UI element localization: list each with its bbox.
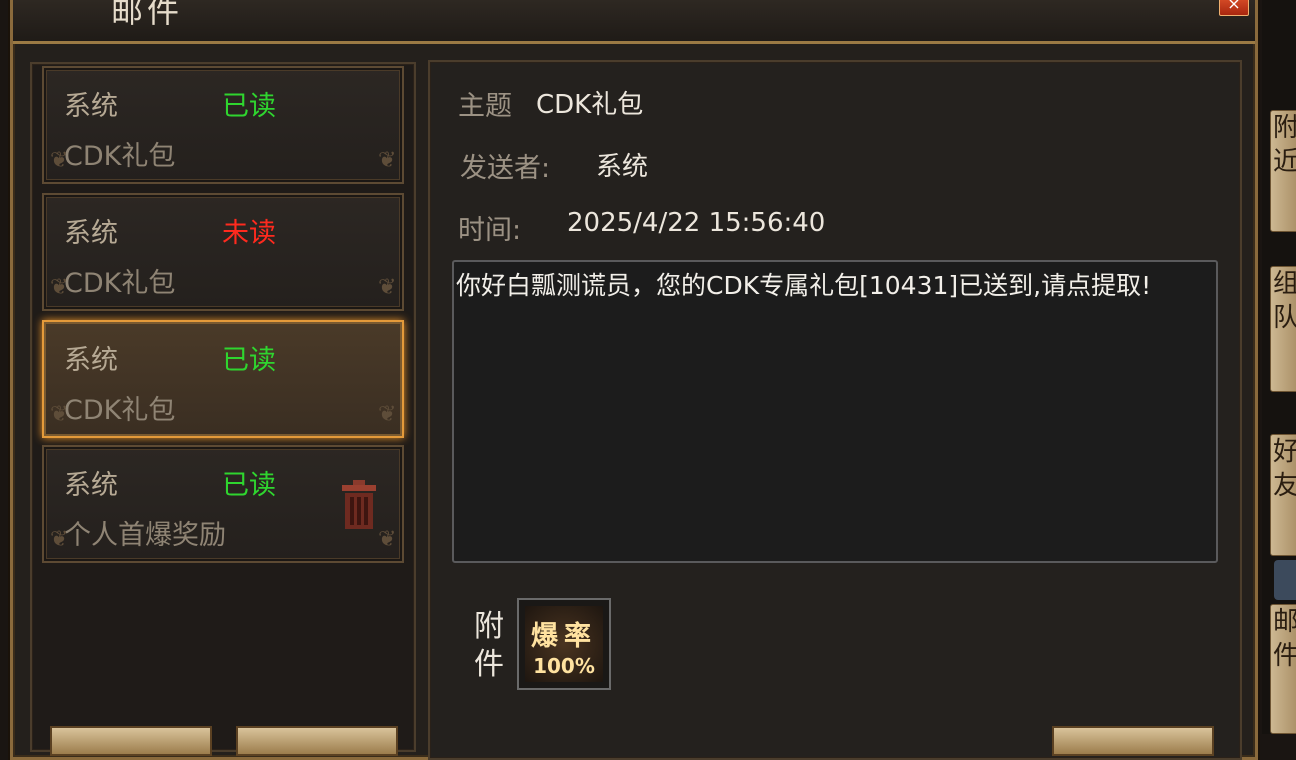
corner-ornament-icon: ❦ (50, 148, 69, 173)
bottom-button-left[interactable] (50, 726, 212, 756)
corner-ornament-icon: ❦ (378, 527, 397, 552)
drop-rate-item-icon[interactable]: 爆率 100% (525, 606, 603, 682)
claim-button[interactable] (1052, 726, 1214, 756)
mail-sender: 系统 (64, 345, 118, 376)
close-button[interactable]: × (1219, 0, 1249, 16)
bottom-button-middle[interactable] (236, 726, 398, 756)
trash-icon[interactable] (340, 479, 378, 531)
time-value: 2025/4/22 15:56:40 (567, 208, 826, 238)
corner-ornament-icon: ❦ (378, 275, 397, 300)
mail-sender: 系统 (64, 218, 118, 249)
corner-ornament-icon: ❦ (50, 275, 69, 300)
subject-label: 主题 (458, 91, 512, 122)
mail-item[interactable]: 系统 已读 个人首爆奖励 ❦ ❦ (42, 445, 404, 563)
side-tab-team[interactable]: 组队 (1270, 266, 1296, 392)
mail-body-box: 你好白瓢测谎员，您的CDK专属礼包[10431]已送到,请点提取! (452, 260, 1218, 563)
mail-sender: 系统 (64, 470, 118, 501)
sender-label: 发送者: (460, 153, 551, 184)
attachment-slot[interactable]: 爆率 100% (517, 598, 611, 690)
attachment-label: 附 件 (474, 609, 504, 682)
window-title: 邮件 (111, 0, 184, 30)
mail-subject: CDK礼包 (64, 141, 176, 172)
mail-item-selected[interactable]: 系统 已读 CDK礼包 ❦ ❦ (42, 320, 404, 438)
attachment-item-percent: 100% (533, 654, 595, 678)
mail-item[interactable]: 系统 已读 CDK礼包 ❦ ❦ (42, 66, 404, 184)
mail-sender: 系统 (64, 91, 118, 122)
sender-value: 系统 (596, 152, 649, 182)
title-bar: 邮件 (13, 0, 1255, 44)
side-decoration (1274, 560, 1296, 600)
mail-item[interactable]: 系统 未读 CDK礼包 ❦ ❦ (42, 193, 404, 311)
close-icon: × (1227, 0, 1241, 13)
time-label: 时间: (458, 215, 522, 246)
corner-ornament-icon: ❦ (50, 402, 69, 427)
subject-value: CDK礼包 (536, 90, 644, 120)
side-tab-friends[interactable]: 好友 (1270, 434, 1296, 556)
side-tab-nearby[interactable]: 附近 (1270, 110, 1296, 232)
mail-status: 已读 (222, 345, 276, 376)
mail-status: 已读 (222, 91, 276, 122)
corner-ornament-icon: ❦ (378, 402, 397, 427)
mail-subject: CDK礼包 (64, 395, 176, 426)
corner-ornament-icon: ❦ (378, 148, 397, 173)
attachment-item-name: 爆率 (531, 621, 597, 652)
mail-status: 已读 (222, 470, 276, 501)
mail-body-text: 你好白瓢测谎员，您的CDK专属礼包[10431]已送到,请点提取! (456, 271, 1152, 300)
mail-status: 未读 (222, 218, 276, 249)
side-tab-mail[interactable]: 邮件 (1270, 604, 1296, 734)
corner-ornament-icon: ❦ (50, 527, 69, 552)
mail-subject: 个人首爆奖励 (64, 520, 226, 551)
mail-subject: CDK礼包 (64, 268, 176, 299)
